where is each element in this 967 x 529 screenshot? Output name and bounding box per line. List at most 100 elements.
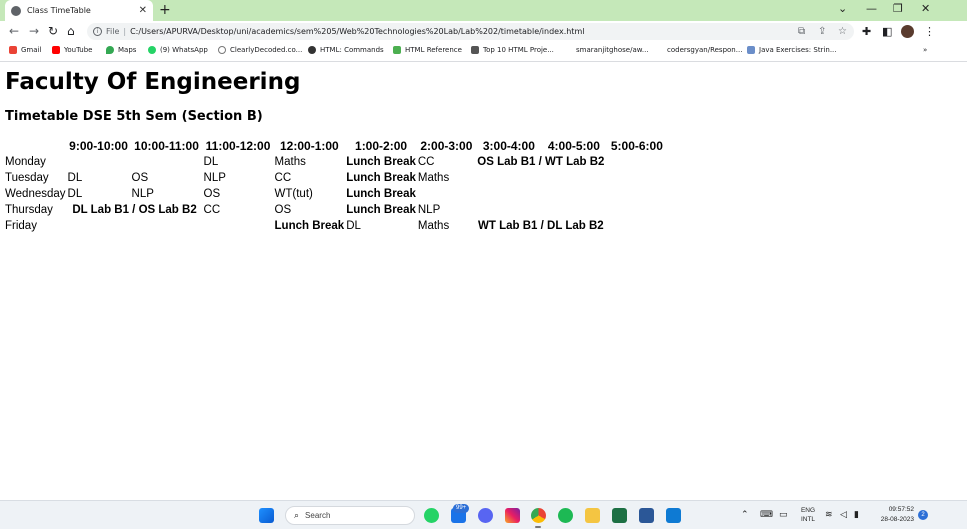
bookmark-gmail[interactable]: Gmail [9,46,41,54]
bookmark-html-commands[interactable]: HTML: Commands [308,46,384,54]
mail-unread-badge: 99+ [453,504,470,513]
side-panel-icon[interactable]: ◧ [882,25,892,38]
forward-arrow-icon[interactable]: → [29,24,39,38]
url-text[interactable]: C:/Users/APURVA/Desktop/uni/academics/se… [130,27,584,36]
home-icon[interactable]: ⌂ [67,24,75,38]
browser-tab[interactable]: Class TimeTable ✕ [5,0,153,21]
table-cell: CC [203,204,221,216]
tab-title: Class TimeTable [27,6,91,15]
table-cell: CC [274,172,292,184]
bookmark-smaranjitghose[interactable]: smaranjitghose/aw... [576,46,649,54]
language-indicator[interactable]: ENG INTL [798,506,818,524]
bookmark-star-icon[interactable]: ☆ [838,26,847,37]
system-clock[interactable]: 09:57:52 28-08-2023 [872,505,914,525]
table-row-wednesday: Wednesday DL NLP OS WT(tut) Lunch Break [5,186,667,202]
column-header: 9:00-10:00 [69,138,128,153]
excel-icon[interactable] [612,508,627,523]
vscode-icon[interactable] [666,508,681,523]
hashnode-icon [471,46,479,54]
extensions-icon[interactable]: ✚ [862,25,871,38]
day-cell: Monday [5,156,46,168]
table-cell: DL [67,188,83,200]
more-bookmarks-chevron[interactable]: » [923,46,927,54]
back-arrow-icon[interactable]: ← [9,24,19,38]
battery-icon[interactable]: ▮ [854,510,859,520]
table-cell: DL [346,220,361,232]
table-cell [607,170,667,186]
table-cell: Maths [274,156,306,168]
bookmark-html-reference[interactable]: HTML Reference [393,46,462,54]
maps-pin-icon [106,46,114,54]
table-cell [418,186,475,202]
new-tab-button[interactable]: + [159,2,171,18]
day-cell: Tuesday [5,172,49,184]
share-icon[interactable]: ⇪ [818,26,826,37]
table-row-friday: Friday Lunch Break DL Maths WT Lab B1 / … [5,218,667,234]
instagram-icon[interactable] [505,508,520,523]
profile-avatar[interactable] [901,25,914,38]
table-cell [543,170,605,186]
table-row-monday: Monday DL Maths Lunch Break CC OS Lab B1… [5,154,667,170]
youtube-icon [52,46,60,54]
globe-icon [308,46,316,54]
page-viewport: Faculty Of Engineering Timetable DSE 5th… [0,63,940,500]
info-icon[interactable]: i [93,27,102,36]
minimize-button[interactable]: — [866,2,877,15]
windows-start-icon[interactable] [259,508,274,523]
translate-icon[interactable]: ⧉ [798,26,805,37]
volume-icon[interactable]: ◁ [840,510,847,520]
column-header: 10:00-11:00 [134,138,199,153]
page-scrollbar[interactable] [940,63,967,500]
table-cell [607,202,667,218]
bookmark-java-exercises[interactable]: Java Exercises: Strin... [747,46,837,54]
table-cell: CC [417,156,435,168]
reload-icon[interactable]: ↻ [48,24,58,38]
code-arrow-icon [747,46,755,54]
taskbar-search-box[interactable]: ⌕ Search [285,506,415,525]
table-cell [543,202,605,218]
bookmark-codersgyan[interactable]: codersgyan/Respon... [667,46,742,54]
table-header-row: 9:00-10:00 10:00-11:00 11:00-12:00 12:00… [5,137,667,154]
keyboard-icon[interactable]: ⌨ [760,510,773,520]
table-cell [477,186,541,202]
window-close-button[interactable]: ✕ [921,2,930,15]
timetable-table: 9:00-10:00 10:00-11:00 11:00-12:00 12:00… [3,137,669,234]
wifi-icon[interactable]: ≋ [825,510,833,520]
table-row-thursday: Thursday DL Lab B1 / OS Lab B2 CC OS Lun… [5,202,667,218]
column-header: 5:00-6:00 [610,138,663,153]
lunch-break-cell: Lunch Break [346,172,416,184]
chrome-icon[interactable] [531,508,546,523]
table-cell [477,170,541,186]
globe-icon [11,5,21,16]
column-header: 2:00-3:00 [420,138,473,153]
bookmark-maps[interactable]: Maps [106,46,136,54]
table-cell [543,186,605,202]
lab-cell: DL Lab B1 / OS Lab B2 [72,204,197,216]
file-explorer-icon[interactable] [585,508,600,523]
word-icon[interactable] [639,508,654,523]
table-cell: DL [67,172,83,184]
page-title: Faculty Of Engineering [5,69,301,95]
display-icon[interactable]: ▭ [779,510,788,520]
notification-count-badge[interactable]: 2 [918,510,928,520]
discord-icon[interactable] [478,508,493,523]
menu-kebab-icon[interactable]: ⋮ [924,25,935,38]
column-header: 3:00-4:00 [482,138,535,153]
bookmark-clearlydecoded[interactable]: ClearlyDecoded.co... [218,46,302,54]
bookmark-youtube[interactable]: YouTube [52,46,92,54]
bookmark-whatsapp[interactable]: (9) WhatsApp [148,46,208,54]
table-cell [607,186,667,202]
bookmark-top10-html[interactable]: Top 10 HTML Proje... [471,46,554,54]
w3schools-icon [393,46,401,54]
column-header [5,137,66,154]
whatsapp-icon[interactable] [424,508,439,523]
day-cell: Friday [5,220,37,232]
tab-close-button[interactable]: ✕ [139,5,147,16]
table-cell: NLP [131,188,154,200]
lab-cell: OS Lab B1 / WT Lab B2 [477,156,605,168]
tab-search-chevron-icon[interactable]: ⌄ [838,2,847,15]
spotify-icon[interactable] [558,508,573,523]
tray-chevron-up-icon[interactable]: ⌃ [741,510,749,520]
address-bar[interactable]: i File | C:/Users/APURVA/Desktop/uni/aca… [87,23,854,40]
restore-button[interactable]: ❐ [893,2,903,15]
